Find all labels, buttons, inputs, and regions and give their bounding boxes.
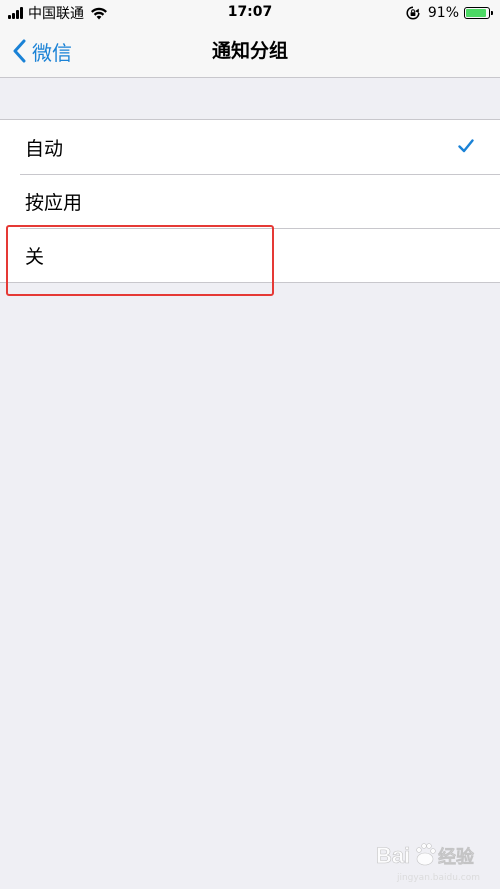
notification-grouping-list: 自动 按应用 关 [0, 119, 500, 283]
status-right: 91% [406, 4, 493, 22]
option-by-app[interactable]: 按应用 [0, 174, 500, 228]
option-automatic[interactable]: 自动 [0, 120, 500, 174]
checkmark-icon [458, 139, 474, 153]
option-label: 关 [25, 245, 45, 268]
svg-text:经验: 经验 [438, 846, 475, 868]
option-label: 自动 [25, 137, 64, 160]
battery-icon [464, 7, 493, 19]
screen: 中国联通 17:07 91% 微信 通知分组 自动 按应用 关 Bai 经验 j… [0, 0, 500, 889]
page-title: 通知分组 [211, 40, 288, 62]
rotation-lock-icon [406, 6, 420, 20]
battery-fill [466, 9, 486, 17]
baidu-jingyan-watermark: Bai 经验 jingyan.baidu.com [376, 837, 486, 883]
status-bar: 中国联通 17:07 91% [0, 0, 500, 26]
watermark-url: jingyan.baidu.com [396, 873, 480, 883]
option-label: 按应用 [25, 191, 83, 214]
svg-text:Bai: Bai [376, 843, 410, 868]
navigation-bar: 微信 通知分组 [0, 26, 500, 78]
baidu-logo-icon: Bai 经验 [376, 843, 475, 869]
option-off[interactable]: 关 [0, 228, 500, 282]
battery-percentage: 91% [427, 5, 459, 21]
